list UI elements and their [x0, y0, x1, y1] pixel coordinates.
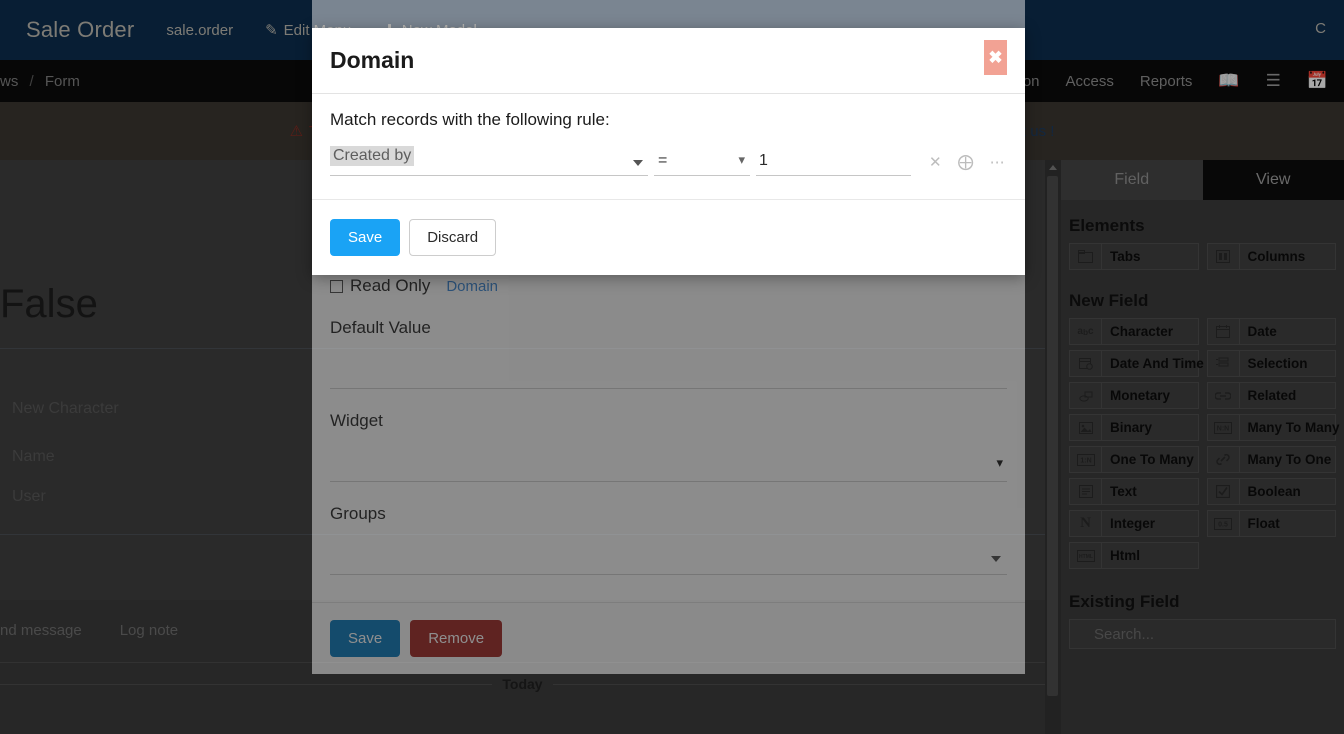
domain-dialog-footer: Save Discard [312, 199, 1025, 275]
widget-select[interactable] [330, 431, 1007, 475]
rule-value-input[interactable]: 1 [756, 146, 911, 176]
rule-value-text: 1 [759, 151, 768, 169]
rule-field-select[interactable]: Created by [330, 146, 648, 176]
chevron-down-icon: ▾ [738, 152, 745, 167]
close-icon[interactable]: ✖ [984, 40, 1007, 75]
domain-prompt-text: Match records with the following rule: [330, 110, 610, 129]
domain-save-button[interactable]: Save [330, 219, 401, 256]
widget-group: Widget ▾ [330, 411, 1007, 482]
default-value-group: Default Value [330, 318, 1007, 389]
chevron-down-icon: ▾ [996, 455, 1003, 470]
domain-link[interactable]: Domain [446, 278, 498, 295]
domain-dialog: Domain ✖ Match records with the followin… [312, 28, 1025, 275]
default-value-input[interactable] [330, 338, 1007, 382]
rule-operator-select[interactable]: = ▾ [654, 146, 750, 176]
domain-discard-button[interactable]: Discard [409, 219, 497, 256]
caret-down-icon [633, 160, 643, 166]
groups-group: Groups [330, 504, 1007, 575]
domain-rule-row: Created by = ▾ 1 ✕ ⨁ ⋯ [330, 144, 1007, 176]
domain-dialog-title: Domain [330, 47, 415, 73]
domain-dialog-header: Domain ✖ [312, 28, 1025, 94]
ellipsis-icon[interactable]: ⋯ [990, 153, 1005, 171]
groups-select[interactable] [330, 524, 1007, 568]
widget-label: Widget [330, 411, 383, 430]
field-save-button[interactable]: Save [330, 620, 401, 657]
caret-down-icon [991, 556, 1001, 562]
plus-circle-icon[interactable]: ⨁ [958, 152, 974, 172]
x-icon[interactable]: ✕ [929, 153, 942, 171]
rule-action-buttons: ✕ ⨁ ⋯ [929, 152, 1005, 176]
field-properties-footer: Save Remove [312, 602, 1025, 674]
rule-field-value: Created by [330, 146, 415, 166]
field-remove-button[interactable]: Remove [410, 620, 503, 657]
domain-dialog-body: Match records with the following rule: C… [312, 94, 1025, 176]
rule-operator-value: = [658, 151, 668, 169]
groups-label: Groups [330, 504, 386, 523]
default-value-label: Default Value [330, 318, 431, 337]
read-only-label: Read Only [350, 276, 431, 295]
read-only-checkbox[interactable] [330, 279, 343, 293]
